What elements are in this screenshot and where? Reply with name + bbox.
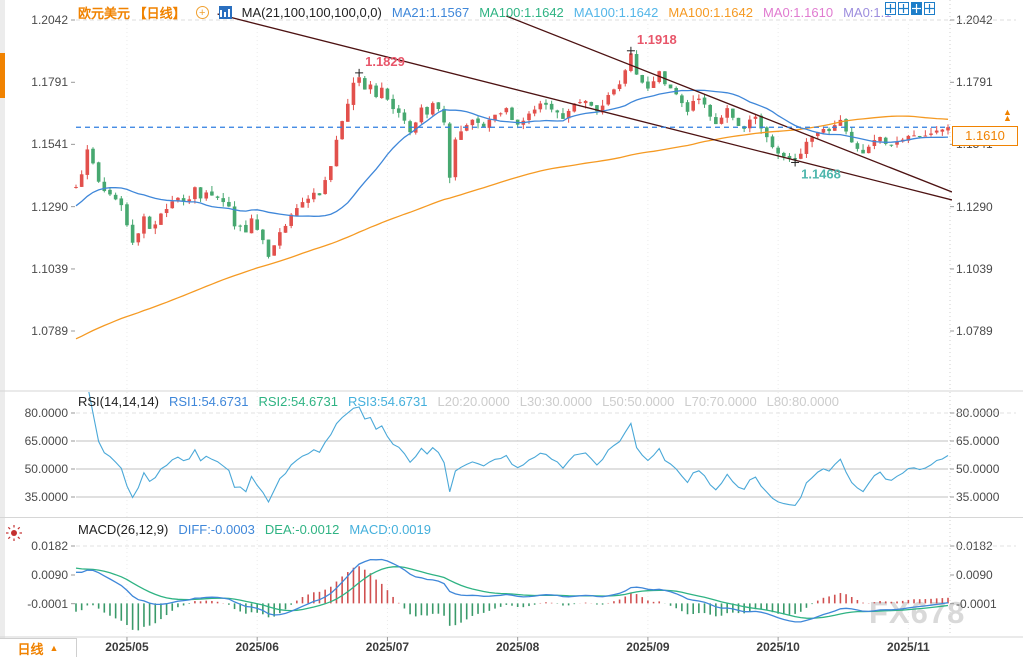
rsi-values-row: RSI1:54.6731 RSI2:54.6731 RSI3:54.6731 L20:… <box>169 394 839 409</box>
period-tag: 【日线】 <box>134 6 186 21</box>
svg-text:1.1468: 1.1468 <box>801 166 841 181</box>
rsi-value: RSI2:54.6731 <box>258 394 338 409</box>
rsi-header: RSI(14,14,14) RSI1:54.6731RSI2:54.6731RS… <box>78 394 839 409</box>
svg-text:1.1829: 1.1829 <box>365 54 405 69</box>
main-chart-header: 欧元美元 【日线】 + MA(21,100,100,100,0,0) MA21:… <box>78 3 891 22</box>
ma-value: MA100:1.1642 <box>668 5 753 20</box>
macd-title: MACD(26,12,9) <box>78 522 168 537</box>
rsi-value: L50:50.0000 <box>602 394 674 409</box>
add-indicator-icon[interactable]: + <box>196 6 209 19</box>
rsi-value: L30:30.0000 <box>520 394 592 409</box>
svg-text:1.1918: 1.1918 <box>637 32 677 47</box>
scale-axis-filled-icon[interactable] <box>911 2 922 15</box>
candlestick-chart-icon[interactable] <box>219 6 232 19</box>
ma-values-row: MA21:1.1567 MA100:1.1642 MA100:1.1642 MA100… <box>392 5 892 20</box>
current-price-tag: 1.1610 <box>952 126 1018 146</box>
collapse-right-icon[interactable] <box>924 2 935 15</box>
rsi-value: L70:70.0000 <box>684 394 756 409</box>
rsi-value: RSI3:54.6731 <box>348 394 428 409</box>
macd-header: MACD(26,12,9) DIFF:-0.0003 DEA:-0.0012 MAC… <box>78 522 431 537</box>
symbol-name: 欧元美元 <box>78 6 130 21</box>
period-selector-button[interactable]: 日线 ▲ <box>0 638 77 657</box>
rsi-value: RSI1:54.6731 <box>169 394 249 409</box>
chart-window: FX678 1.18291.19181.1468 欧元美元 【日线】 + MA(… <box>0 0 1023 657</box>
rsi-value: L80:80.0000 <box>767 394 839 409</box>
rsi-value: L20:20.0000 <box>437 394 509 409</box>
ma-settings-label: MA(21,100,100,100,0,0) <box>242 5 382 20</box>
symbol-title: 欧元美元 【日线】 <box>78 3 186 22</box>
ma-value: MA21:1.1567 <box>392 5 469 20</box>
macd-value: MACD:0.0019 <box>349 522 431 537</box>
price-up-arrows-icon: ▲▲ <box>1003 109 1012 121</box>
ma-value: MA0:1.1610 <box>763 5 833 20</box>
macd-value: DEA:-0.0012 <box>265 522 339 537</box>
macd-value: DIFF:-0.0003 <box>178 522 255 537</box>
ma-value: MA100:1.1642 <box>479 5 564 20</box>
chart-canvas[interactable]: 1.1829 1.1918 1.1468 <box>0 0 1023 657</box>
period-label: 日线 <box>18 639 44 657</box>
scale-axis-icon[interactable] <box>898 2 909 15</box>
pan-move-icon[interactable] <box>885 2 896 15</box>
rsi-title: RSI(14,14,14) <box>78 394 159 409</box>
period-arrow-icon: ▲ <box>50 643 59 653</box>
marker-settings-icon[interactable] <box>5 524 23 542</box>
chart-toolbar <box>885 2 935 15</box>
ma-value: MA100:1.1642 <box>574 5 659 20</box>
macd-values-row: DIFF:-0.0003 DEA:-0.0012 MACD:0.0019 <box>178 522 431 537</box>
